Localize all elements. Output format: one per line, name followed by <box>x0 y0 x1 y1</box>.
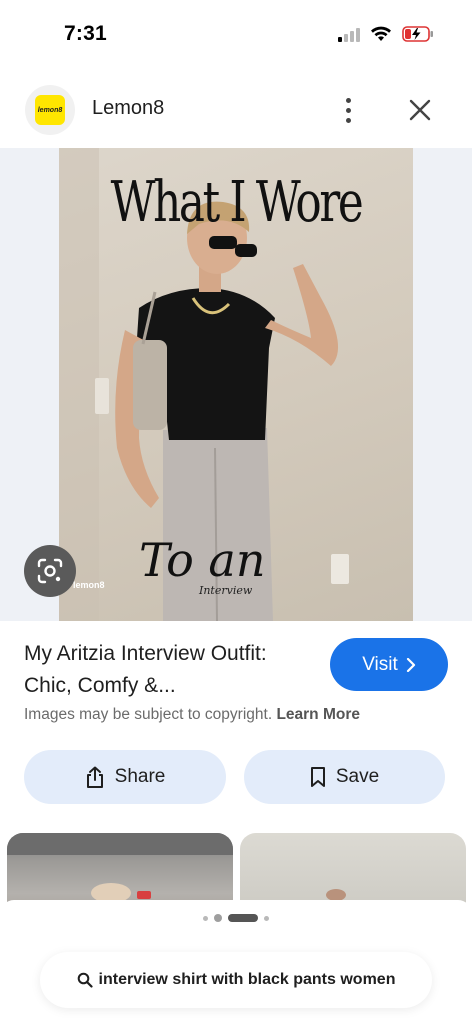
save-button[interactable]: Save <box>244 750 445 804</box>
image-watermark: lemon8 <box>73 580 105 590</box>
search-icon <box>77 972 93 988</box>
status-icons <box>338 26 434 42</box>
copyright-text: Images may be subject to copyright. <box>24 706 273 723</box>
chevron-right-icon <box>406 657 415 672</box>
carousel-pager <box>0 914 472 922</box>
search-query-text: interview shirt with black pants women <box>98 971 396 988</box>
visit-label: Visit <box>362 653 398 675</box>
copyright-notice: Images may be subject to copyright. Lear… <box>24 706 360 724</box>
result-title[interactable]: My Aritzia Interview Outfit: Chic, Comfy… <box>24 638 314 702</box>
cellular-signal-icon <box>338 26 360 42</box>
overlay-script-sub: Interview <box>199 584 253 597</box>
share-label: Share <box>114 766 166 787</box>
lens-search-button[interactable] <box>24 545 76 597</box>
pager-dot <box>214 914 222 922</box>
status-time: 7:31 <box>64 22 107 45</box>
close-icon <box>409 99 431 121</box>
visit-button[interactable]: Visit <box>330 638 448 691</box>
overlay-script: To an <box>139 533 266 587</box>
learn-more-link[interactable]: Learn More <box>276 706 360 723</box>
search-query-pill[interactable]: interview shirt with black pants women <box>40 952 432 1008</box>
share-button[interactable]: Share <box>24 750 226 804</box>
close-button[interactable] <box>402 92 438 128</box>
pager-dot <box>264 915 269 921</box>
bookmark-icon <box>310 767 325 787</box>
pager-dot-active <box>228 914 258 922</box>
overlay-title: What I Wore <box>110 170 364 235</box>
lemon8-logo[interactable]: lemon8 <box>25 85 75 135</box>
main-image[interactable]: What I Wore To an Interview lemon8 <box>59 148 413 621</box>
status-bar: 7:31 <box>0 0 472 70</box>
app-name[interactable]: Lemon8 <box>92 97 164 120</box>
battery-charging-icon <box>402 26 433 42</box>
save-label: Save <box>335 766 380 787</box>
app-header: lemon8 Lemon8 <box>0 78 472 142</box>
wifi-icon <box>371 26 391 41</box>
image-preview-area: What I Wore To an Interview lemon8 <box>0 148 472 621</box>
bottom-sheet: interview shirt with black pants women <box>0 900 472 1024</box>
pager-dot <box>203 915 208 921</box>
lens-icon <box>37 558 63 584</box>
more-options-icon[interactable] <box>336 92 360 128</box>
lemon8-logo-mark: lemon8 <box>35 95 65 125</box>
share-icon <box>86 766 103 788</box>
